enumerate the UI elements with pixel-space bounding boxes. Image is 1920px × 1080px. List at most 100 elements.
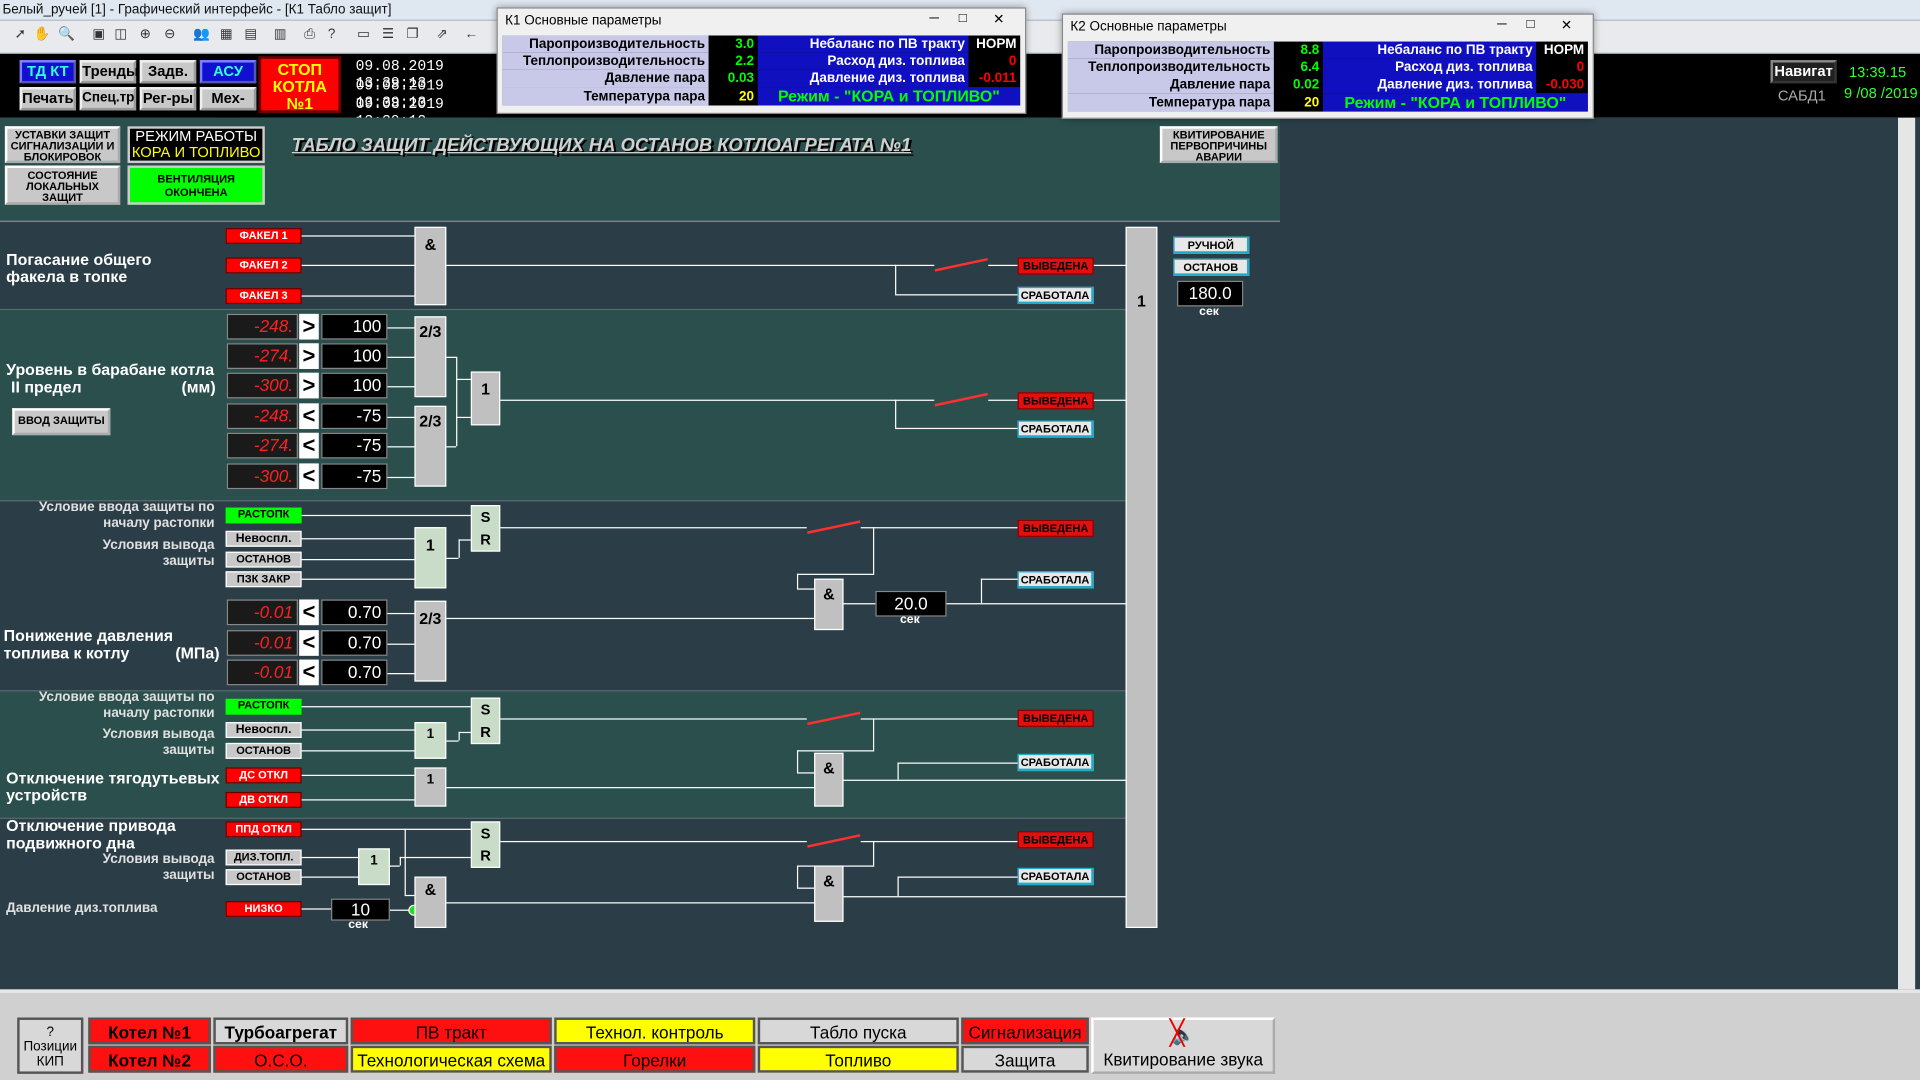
boiler-2-button[interactable]: Котел №2 xyxy=(88,1045,211,1073)
close-icon-2[interactable]: ✕ xyxy=(1561,17,1572,33)
popup_k2-value-1: 6.4 xyxy=(1273,58,1323,77)
local-protections-button[interactable]: СОСТОЯНИЕ ЛОКАЛЬНЫХ ЗАЩИТ xyxy=(4,165,121,205)
spec-trends-button[interactable]: Спец.тр xyxy=(79,87,137,111)
minimize-icon[interactable]: ─ xyxy=(929,11,939,26)
close-icon[interactable]: ✕ xyxy=(993,11,1004,27)
minimize-icon-2[interactable]: ─ xyxy=(1497,17,1507,32)
popup_k1-label-1: Теплопроизводительность xyxy=(502,52,709,70)
start-board-button[interactable]: Табло пуска xyxy=(757,1017,959,1045)
speaker-muted-icon: 🔈 ╳ xyxy=(1169,1019,1196,1047)
td-kt-button[interactable]: ТД КТ xyxy=(19,60,77,84)
popup_k1-table: Паропроизводительность 3.0 Небаланс по ПВ … xyxy=(502,35,1021,106)
stop-flag: ОСТАНОВ xyxy=(1173,258,1250,276)
s5-timer-unit: сек xyxy=(348,918,369,932)
s2-trig-flag: СРАБОТАЛА xyxy=(1017,420,1094,438)
turbine-button[interactable]: Турбоагрегат xyxy=(213,1017,349,1045)
s3-setpoint-0: 0.70 xyxy=(321,599,388,626)
layout-icon[interactable]: ▭ xyxy=(353,25,374,46)
s4-ds-off-input: ДС ОТКЛ xyxy=(225,767,302,784)
stop-label-3: №1 xyxy=(286,94,314,113)
export-icon[interactable]: ⇗ xyxy=(432,25,453,46)
sound-ack-button[interactable]: 🔈 ╳ Квитирование звука xyxy=(1091,1017,1276,1074)
popup_k1-rlabel-0: Небаланс по ПВ тракту xyxy=(757,35,969,53)
s5-diesel-input: ДИЗ.ТОПЛ. xyxy=(225,849,302,866)
signalling-button[interactable]: Сигнализация xyxy=(961,1017,1089,1045)
popup_k1-label-2: Давление пара xyxy=(502,69,709,88)
flame-3-input: ФАКЕЛ 3 xyxy=(225,288,302,305)
s5-and-gate-2: & xyxy=(814,865,844,922)
tech-control-button[interactable]: Технол. контроль xyxy=(554,1017,756,1045)
zoom-fit-icon[interactable]: ▣ xyxy=(88,25,109,46)
print-button[interactable]: Печать xyxy=(19,87,77,111)
s3-label: Понижение давления топлива к котлу xyxy=(3,626,174,662)
zoom-in-icon[interactable]: ⊕ xyxy=(135,25,156,46)
s3-cond-out: Условия вывода защиты xyxy=(102,538,215,569)
valves-button[interactable]: Задв. xyxy=(139,60,197,84)
clock-time: 13:39.15 xyxy=(1848,63,1907,81)
popup_k2-value-2: 0.02 xyxy=(1273,76,1323,94)
maximize-icon-2[interactable]: □ xyxy=(1526,17,1534,32)
stop-boiler-button[interactable]: СТОП КОТЛА №1 xyxy=(258,56,341,113)
mechanisms-button[interactable]: Мех-мы xyxy=(199,87,257,125)
s4-stop-input: ОСТАНОВ xyxy=(225,742,302,759)
navigator-button[interactable]: Навигат xyxy=(1770,60,1837,84)
mode-title: РЕЖИМ РАБОТЫ xyxy=(135,127,258,145)
magnifier-icon[interactable]: 🔍 xyxy=(56,25,77,46)
trends-button[interactable]: Тренды xyxy=(79,60,139,84)
s5-r-label: R xyxy=(480,847,491,865)
maximize-icon[interactable]: □ xyxy=(959,11,967,26)
fuel-button[interactable]: Топливо xyxy=(757,1045,959,1073)
popup_k1-rvalue-1: 0 xyxy=(968,52,1021,70)
popup_k1-rvalue-0: НОРМ xyxy=(968,35,1021,53)
zoom-out-icon[interactable]: ⊖ xyxy=(159,25,180,46)
s3-value-1: -0.01 xyxy=(226,630,298,656)
kip-positions-button[interactable]: ? Позиции КИП xyxy=(17,1017,84,1074)
s4-and-gate: & xyxy=(814,752,844,807)
vertical-scrollbar[interactable] xyxy=(1898,117,1916,990)
s2-wire-4 xyxy=(387,446,415,448)
zoom-window-icon[interactable]: ◫ xyxy=(110,25,131,46)
main-timer: 180.0 xyxy=(1177,280,1244,307)
s5-cond-out: Условия вывода защиты xyxy=(102,852,215,883)
acknowledge-cause-button[interactable]: КВИТИРОВАНИЕ ПЕРВОПРИЧИНЫ АВАРИИ xyxy=(1159,126,1278,164)
print-icon[interactable]: ⎙ xyxy=(299,25,320,46)
table-icon[interactable]: ▥ xyxy=(270,25,291,46)
help-q: ? xyxy=(46,1024,55,1040)
pointer-icon[interactable]: ➚ xyxy=(10,25,31,46)
s5-s-label: S xyxy=(480,825,491,843)
hand-icon[interactable]: ✋ xyxy=(32,25,53,46)
grid-icon[interactable]: ▦ xyxy=(216,25,237,46)
s4-cond-in: Условие ввода защиты по началу растопки xyxy=(38,690,215,721)
s4-s-label: S xyxy=(480,701,491,719)
setpoints-button[interactable]: УСТАВКИ ЗАЩИТ СИГНАЛИЗАЦИИ И БЛОКИРОВОК xyxy=(4,126,121,164)
s2-wire-3 xyxy=(387,416,415,419)
asu-button[interactable]: АСУ xyxy=(199,60,257,84)
s2-compare-0: > xyxy=(299,313,319,340)
s3-start-input: РАСТОПК xyxy=(225,507,302,524)
s2-compare-5: < xyxy=(299,463,319,490)
tech-scheme-button[interactable]: Технологическая схема xyxy=(350,1045,552,1073)
back-arrow-icon[interactable]: ← xyxy=(461,25,482,46)
s2-value-2: -300. xyxy=(226,372,298,399)
help-icon[interactable]: ? xyxy=(321,25,342,46)
s3-wire-1 xyxy=(387,643,415,645)
s4-cond-out: Условия вывода защиты xyxy=(102,726,215,758)
regulators-button[interactable]: Рег-ры xyxy=(139,87,197,111)
burners-button[interactable]: Горелки xyxy=(554,1045,756,1073)
s5-and-gate: & xyxy=(414,876,447,929)
k2-params-window[interactable]: К2 Основные параметры ─ □ ✕ Паропроизвод… xyxy=(1061,13,1594,119)
k1-params-window[interactable]: К1 Основные параметры ─ □ ✕ Паропроизвод… xyxy=(496,7,1027,115)
window-icon[interactable]: ❐ xyxy=(402,25,423,46)
list-icon[interactable]: ☰ xyxy=(378,25,399,46)
s3-value-2: -0.01 xyxy=(226,659,298,686)
users-icon[interactable]: 👥 xyxy=(191,25,212,46)
calendar-icon[interactable]: ▤ xyxy=(240,25,261,46)
oso-button[interactable]: О.С.О. xyxy=(213,1045,349,1073)
s3-s-label: S xyxy=(480,508,491,526)
enter-protection-button[interactable]: ВВОД ЗАЩИТЫ xyxy=(12,408,111,436)
s3-nonignite-input: Невоспл. xyxy=(225,530,302,547)
boiler-1-button[interactable]: Котел №1 xyxy=(88,1017,211,1045)
s3-wire-2 xyxy=(387,673,415,675)
pv-tract-button[interactable]: ПВ тракт xyxy=(350,1017,552,1045)
protection-button[interactable]: Защита xyxy=(961,1045,1089,1073)
